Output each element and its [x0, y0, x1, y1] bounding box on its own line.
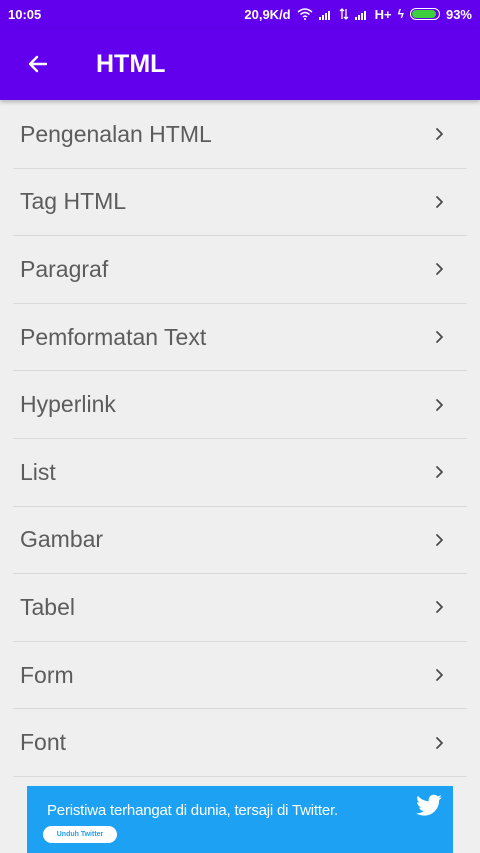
twitter-bird-icon — [416, 794, 442, 816]
download-twitter-button[interactable]: Unduh Twitter — [43, 826, 117, 843]
list-item-label: Form — [20, 661, 74, 688]
list-item-font[interactable]: Font — [13, 709, 467, 777]
battery-level — [411, 10, 436, 18]
chevron-right-icon — [436, 669, 443, 681]
banner-text: Peristiwa terhangat di dunia, tersaji di… — [47, 802, 338, 819]
chevron-right-icon — [436, 533, 443, 546]
data-transfer-icon — [339, 8, 349, 20]
list-item-list[interactable]: List — [13, 439, 467, 507]
app-bar: HTML — [0, 28, 480, 100]
list-item-paragraf[interactable]: Paragraf — [13, 236, 467, 304]
topic-list: Pengenalan HTML Tag HTML Paragraf Pemfor… — [13, 101, 467, 777]
battery-percent: 93% — [445, 6, 472, 22]
list-item-label: Paragraf — [20, 255, 109, 282]
list-item-label: List — [20, 458, 56, 485]
battery-icon — [409, 8, 440, 20]
list-item-label: Gambar — [20, 526, 104, 553]
chevron-right-icon — [436, 736, 443, 749]
list-item-tabel[interactable]: Tabel — [13, 574, 467, 642]
network-type: H+ — [374, 6, 392, 22]
charging-icon: ϟ — [397, 7, 404, 21]
chevron-right-icon — [436, 331, 443, 343]
signal-icon — [318, 11, 330, 20]
ad-banner[interactable]: Peristiwa terhangat di dunia, tersaji di… — [27, 786, 453, 853]
wifi-icon — [297, 8, 313, 20]
list-item-pemformatan-text[interactable]: Pemformatan Text — [13, 304, 467, 372]
chevron-right-icon — [436, 128, 443, 141]
chevron-right-icon — [436, 263, 443, 276]
status-bar: 10:05 20,9K/d H+ ϟ 93% — [0, 0, 480, 28]
list-item-hyperlink[interactable]: Hyperlink — [13, 371, 467, 439]
signal-icon-2 — [354, 11, 366, 20]
list-item-label: Tabel — [20, 593, 75, 620]
chevron-right-icon — [436, 398, 443, 411]
chevron-right-icon — [436, 601, 443, 614]
list-item-form[interactable]: Form — [13, 642, 467, 710]
list-item-label: Tag HTML — [20, 188, 127, 215]
list-item-label: Font — [20, 729, 67, 756]
list-item-gambar[interactable]: Gambar — [13, 507, 467, 575]
page-title: HTML — [96, 49, 166, 78]
list-item-tag-html[interactable]: Tag HTML — [13, 169, 467, 237]
list-item-pengenalan-html[interactable]: Pengenalan HTML — [13, 101, 467, 169]
status-indicators: 20,9K/d H+ ϟ 93% — [244, 7, 472, 22]
list-item-label: Pemformatan Text — [20, 323, 207, 350]
network-speed: 20,9K/d — [244, 6, 291, 22]
status-time: 10:05 — [8, 6, 42, 22]
chevron-right-icon — [436, 466, 443, 479]
back-button[interactable] — [0, 28, 76, 100]
arrow-back-icon — [28, 55, 48, 73]
list-item-label: Hyperlink — [20, 391, 116, 418]
list-item-label: Pengenalan HTML — [20, 120, 212, 147]
chevron-right-icon — [436, 195, 443, 208]
